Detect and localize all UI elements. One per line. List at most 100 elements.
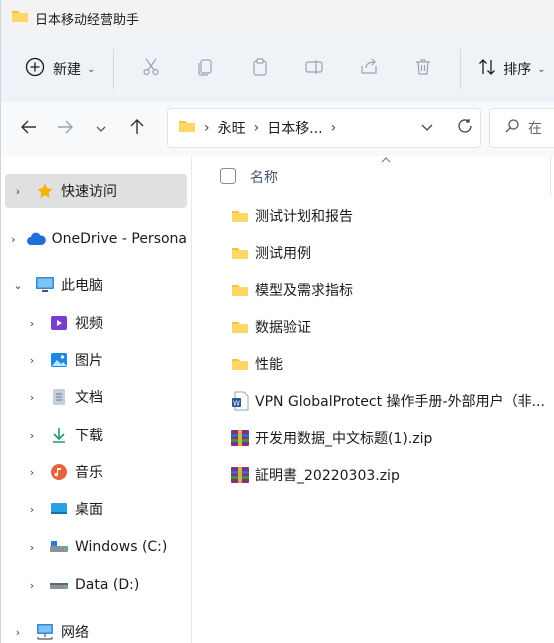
- music-icon: [49, 462, 69, 482]
- nav-item-music[interactable]: › 音乐: [5, 455, 187, 489]
- chevron-right-icon[interactable]: ›: [25, 466, 39, 479]
- nav-item-videos[interactable]: › 视频: [5, 306, 187, 340]
- nav-item-downloads[interactable]: › 下载: [5, 418, 187, 452]
- chevron-right-icon[interactable]: ›: [25, 429, 39, 442]
- nav-item-this-pc[interactable]: ⌄ 此电脑: [5, 268, 187, 302]
- arrow-right-icon: [56, 118, 74, 140]
- column-header-name[interactable]: 名称: [250, 167, 278, 187]
- sort-ascending-icon: [380, 156, 392, 167]
- address-row: › 永旺 › 日本移... › 在: [1, 102, 554, 156]
- list-item[interactable]: 性能: [192, 347, 554, 381]
- refresh-icon[interactable]: [456, 117, 474, 139]
- svg-text:W: W: [233, 400, 240, 408]
- zip-archive-icon: [230, 428, 250, 448]
- file-name: 开发用数据_中文标题(1).zip: [255, 431, 433, 447]
- zip-archive-icon: [230, 465, 250, 485]
- chevron-right-icon[interactable]: ›: [25, 579, 39, 592]
- nav-item-network[interactable]: › 网络: [5, 615, 187, 643]
- nav-item-desktop[interactable]: › 桌面: [5, 492, 187, 526]
- search-placeholder: 在: [528, 121, 542, 137]
- nav-item-label: 网络: [61, 625, 89, 641]
- nav-item-drive-c[interactable]: › Windows (C:): [5, 530, 187, 564]
- nav-item-label: 下载: [75, 428, 103, 444]
- list-item[interactable]: 开发用数据_中文标题(1).zip: [192, 421, 554, 455]
- paste-button[interactable]: [233, 49, 287, 89]
- nav-item-label: 文档: [75, 390, 103, 406]
- download-icon: [49, 425, 69, 445]
- breadcrumb-item[interactable]: 永旺: [218, 118, 246, 138]
- nav-item-label: OneDrive - Persona: [51, 231, 187, 247]
- column-header-row: 名称: [192, 156, 554, 196]
- nav-item-label: 图片: [75, 353, 103, 369]
- search-box[interactable]: 在: [489, 108, 554, 148]
- folder-icon: [230, 354, 250, 374]
- file-name: 数据验证: [255, 320, 311, 336]
- nav-item-label: Windows (C:): [75, 539, 168, 555]
- file-name: 模型及需求指标: [255, 283, 353, 299]
- cloud-icon: [26, 229, 46, 249]
- star-icon: [35, 181, 55, 201]
- nav-item-drive-d[interactable]: › Data (D:): [5, 568, 187, 602]
- back-button[interactable]: [11, 111, 47, 147]
- sort-button[interactable]: 排序 ⌄: [477, 49, 554, 89]
- nav-item-label: 音乐: [75, 465, 103, 481]
- plus-circle-icon: [25, 57, 45, 81]
- new-button[interactable]: 新建 ⌄: [25, 49, 103, 89]
- file-name: 测试计划和报告: [255, 209, 353, 225]
- chevron-down-icon[interactable]: ⌄: [11, 279, 25, 292]
- chevron-right-icon[interactable]: ›: [11, 233, 16, 246]
- chevron-right-icon[interactable]: ›: [25, 354, 39, 367]
- breadcrumb-separator: ›: [204, 120, 210, 136]
- list-item[interactable]: 証明書_20220303.zip: [192, 458, 554, 492]
- column-divider[interactable]: [550, 156, 551, 196]
- chevron-right-icon[interactable]: ›: [11, 185, 25, 198]
- nav-item-label: 快速访问: [61, 184, 117, 200]
- select-all-checkbox[interactable]: [220, 168, 236, 184]
- chevron-down-icon: ⌄: [537, 63, 546, 75]
- list-item[interactable]: W VPN GlobalProtect 操作手册-外部用户（非...: [192, 384, 554, 418]
- folder-icon: [230, 317, 250, 337]
- chevron-down-icon: ⌄: [87, 63, 96, 75]
- copy-icon: [195, 57, 215, 81]
- cut-button[interactable]: [124, 49, 178, 89]
- recent-locations-button[interactable]: [83, 111, 119, 147]
- nav-item-pictures[interactable]: › 图片: [5, 343, 187, 377]
- delete-button[interactable]: [396, 49, 450, 89]
- scissors-icon: [141, 57, 161, 81]
- rename-button[interactable]: [287, 49, 341, 89]
- list-item[interactable]: 模型及需求指标: [192, 273, 554, 307]
- chevron-right-icon[interactable]: ›: [25, 317, 39, 330]
- sort-icon: [477, 57, 497, 81]
- folder-icon: [11, 8, 29, 28]
- video-icon: [49, 313, 69, 333]
- list-item[interactable]: 数据验证: [192, 310, 554, 344]
- file-name: 証明書_20220303.zip: [255, 468, 400, 484]
- file-list: 名称 测试计划和报告 测试用例 模型及需求指标 数据验证 性能 W VPN Gl…: [192, 156, 554, 643]
- arrow-left-icon: [20, 118, 38, 140]
- folder-icon: [230, 280, 250, 300]
- nav-item-label: 桌面: [75, 502, 103, 518]
- address-bar[interactable]: › 永旺 › 日本移... ›: [167, 108, 481, 148]
- share-button[interactable]: [341, 49, 395, 89]
- drive-icon: [49, 537, 69, 557]
- up-button[interactable]: [119, 111, 155, 147]
- nav-item-onedrive[interactable]: › OneDrive - Persona: [5, 222, 187, 256]
- chevron-right-icon[interactable]: ›: [25, 391, 39, 404]
- chevron-right-icon[interactable]: ›: [25, 503, 39, 516]
- nav-item-label: Data (D:): [75, 577, 140, 593]
- new-button-label: 新建: [53, 62, 81, 78]
- chevron-right-icon[interactable]: ›: [25, 541, 39, 554]
- copy-button[interactable]: [178, 49, 232, 89]
- trash-icon: [413, 57, 433, 81]
- chevron-right-icon[interactable]: ›: [11, 626, 25, 639]
- breadcrumb-item[interactable]: 日本移...: [267, 118, 322, 138]
- window-title: 日本移动经营助手: [35, 12, 140, 28]
- nav-item-quick-access[interactable]: › 快速访问: [5, 174, 187, 208]
- chevron-down-icon[interactable]: [420, 119, 434, 138]
- search-icon: [504, 118, 520, 138]
- nav-item-documents[interactable]: › 文档: [5, 380, 187, 414]
- forward-button[interactable]: [47, 111, 83, 147]
- list-item[interactable]: 测试计划和报告: [192, 199, 554, 233]
- list-item[interactable]: 测试用例: [192, 236, 554, 270]
- toolbar-divider: [460, 49, 462, 89]
